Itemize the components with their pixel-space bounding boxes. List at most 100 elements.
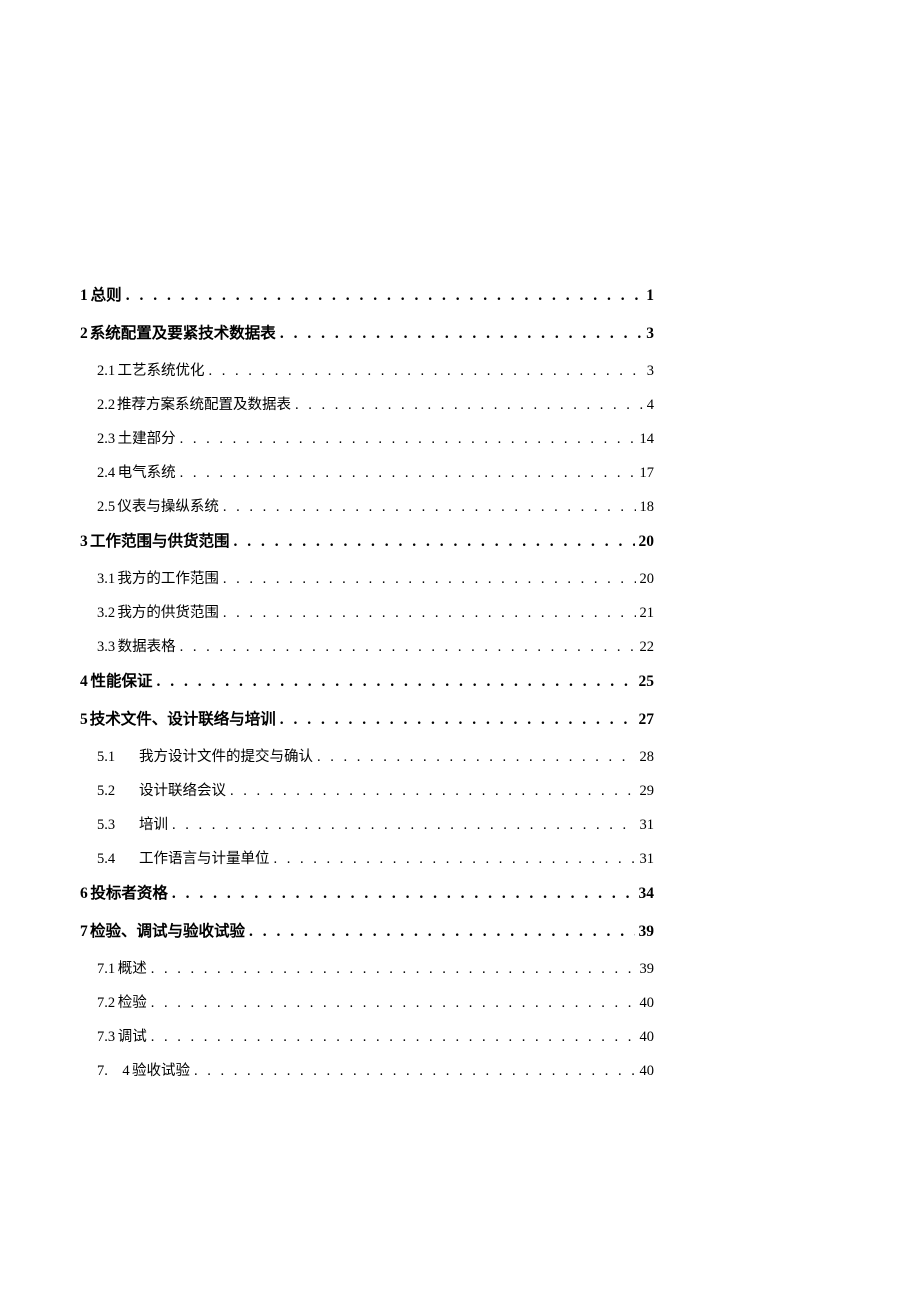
toc-dots xyxy=(209,363,643,380)
toc-entry-5-3: 5.3 培训 31 xyxy=(80,813,654,834)
toc-dots xyxy=(151,961,636,978)
toc-title: 土建部分 xyxy=(118,427,176,448)
toc-page: 20 xyxy=(639,533,655,551)
toc-title: 系统配置及要紧技术数据表 xyxy=(90,321,276,343)
toc-entry-6: 6 投标者资格 34 xyxy=(80,881,654,903)
toc-page: 39 xyxy=(640,961,655,978)
toc-dots xyxy=(223,605,636,622)
toc-title: 工艺系统优化 xyxy=(118,359,205,380)
toc-num: 7.2 xyxy=(97,995,115,1012)
toc-title: 培训 xyxy=(139,813,168,834)
toc-num: 7.1 xyxy=(97,961,115,978)
toc-page: 1 xyxy=(646,287,654,305)
toc-dots xyxy=(295,397,643,414)
toc-num: 6 xyxy=(80,885,88,903)
toc-entry-7-4: 7. 4 验收试验 40 xyxy=(80,1059,654,1080)
toc-num: 5 xyxy=(80,711,88,729)
toc-num: 2.3 xyxy=(97,431,115,448)
toc-dots xyxy=(180,431,636,448)
toc-num: 3 xyxy=(80,533,88,551)
toc-num: 5.1 xyxy=(97,749,139,766)
toc-entry-4: 4 性能保证 25 xyxy=(80,669,654,691)
toc-dots xyxy=(156,673,634,691)
toc-dots xyxy=(230,783,636,800)
toc-page: 34 xyxy=(639,885,655,903)
toc-dots xyxy=(194,1063,635,1080)
toc-dots xyxy=(172,885,635,903)
toc-page: 28 xyxy=(640,749,655,766)
toc-title: 数据表格 xyxy=(118,635,176,656)
toc-num: 7 xyxy=(80,923,88,941)
toc-entry-5-2: 5.2 设计联络会议 29 xyxy=(80,779,654,800)
toc-page: 14 xyxy=(640,431,655,448)
toc-entry-2-1: 2.1 工艺系统优化 3 xyxy=(80,359,654,380)
toc-entry-7-1: 7.1 概述 39 xyxy=(80,957,654,978)
toc-title: 工作范围与供货范围 xyxy=(90,529,230,551)
toc-entry-5: 5 技术文件、设计联络与培训 27 xyxy=(80,707,654,729)
toc-entry-7-2: 7.2 检验 40 xyxy=(80,991,654,1012)
toc-num: 5.2 xyxy=(97,783,139,800)
toc-dots xyxy=(274,851,636,868)
toc-entry-2: 2 系统配置及要紧技术数据表 3 xyxy=(80,321,654,343)
toc-num: 3.3 xyxy=(97,639,115,656)
toc-num: 2.5 xyxy=(97,499,115,516)
toc-entry-2-3: 2.3 土建部分 14 xyxy=(80,427,654,448)
toc-dots xyxy=(151,1029,636,1046)
toc-dots xyxy=(223,571,636,588)
toc-num: 3.1 xyxy=(97,571,115,588)
toc-dots xyxy=(126,287,643,305)
toc-page: 31 xyxy=(640,817,655,834)
toc-dots xyxy=(234,533,635,551)
toc-dots xyxy=(223,499,636,516)
toc-entry-5-4: 5.4 工作语言与计量单位 31 xyxy=(80,847,654,868)
toc-title: 验收试验 xyxy=(132,1059,190,1080)
toc-entry-3-1: 3.1 我方的工作范围 20 xyxy=(80,567,654,588)
toc-entry-2-2: 2.2 推荐方案系统配置及数据表 4 xyxy=(80,393,654,414)
toc-page: 1 总则 1 2 系统配置及要紧技术数据表 3 2.1 工艺系统优化 3 2.2… xyxy=(0,0,920,1080)
toc-title: 我方设计文件的提交与确认 xyxy=(139,745,313,766)
toc-title: 电气系统 xyxy=(118,461,176,482)
toc-dots xyxy=(172,817,636,834)
toc-num: 1 xyxy=(80,287,88,305)
toc-entry-7-3: 7.3 调试 40 xyxy=(80,1025,654,1046)
toc-dots xyxy=(317,749,636,766)
toc-page: 29 xyxy=(640,783,655,800)
toc-title: 我方的供货范围 xyxy=(117,601,219,622)
toc-title: 我方的工作范围 xyxy=(117,567,219,588)
toc-page: 40 xyxy=(640,1063,655,1080)
toc-title: 检验 xyxy=(118,991,147,1012)
toc-num: 2.4 xyxy=(97,465,115,482)
toc-page: 4 xyxy=(647,397,654,414)
toc-entry-3-2: 3.2 我方的供货范围 21 xyxy=(80,601,654,622)
toc-dots xyxy=(280,325,642,343)
toc-num: 7. 4 xyxy=(97,1059,130,1080)
toc-title: 概述 xyxy=(118,957,147,978)
toc-page: 27 xyxy=(639,711,655,729)
toc-dots xyxy=(180,465,636,482)
toc-num: 4 xyxy=(80,673,88,691)
toc-title: 投标者资格 xyxy=(90,881,168,903)
toc-page: 40 xyxy=(640,995,655,1012)
toc-num: 7.3 xyxy=(97,1029,115,1046)
toc-num: 2 xyxy=(80,325,88,343)
toc-entry-5-1: 5.1 我方设计文件的提交与确认 28 xyxy=(80,745,654,766)
toc-page: 25 xyxy=(639,673,655,691)
toc-page: 3 xyxy=(646,325,654,343)
toc-page: 3 xyxy=(647,363,654,380)
toc-entry-3: 3 工作范围与供货范围 20 xyxy=(80,529,654,551)
toc-num: 5.3 xyxy=(97,817,139,834)
toc-title: 总则 xyxy=(91,283,122,305)
toc-page: 22 xyxy=(640,639,655,656)
toc-page: 17 xyxy=(640,465,655,482)
toc-title: 工作语言与计量单位 xyxy=(139,847,270,868)
toc-page: 21 xyxy=(640,605,655,622)
toc-title: 仪表与操纵系统 xyxy=(117,495,219,516)
toc-entry-3-3: 3.3 数据表格 22 xyxy=(80,635,654,656)
toc-num: 3.2 xyxy=(97,605,115,622)
toc-dots xyxy=(151,995,636,1012)
toc-title: 技术文件、设计联络与培训 xyxy=(90,707,276,729)
toc-entry-2-5: 2.5 仪表与操纵系统 18 xyxy=(80,495,654,516)
toc-num: 2.2 xyxy=(97,397,115,414)
toc-title: 检验、调试与验收试验 xyxy=(90,919,245,941)
toc-entry-1: 1 总则 1 xyxy=(80,283,654,305)
